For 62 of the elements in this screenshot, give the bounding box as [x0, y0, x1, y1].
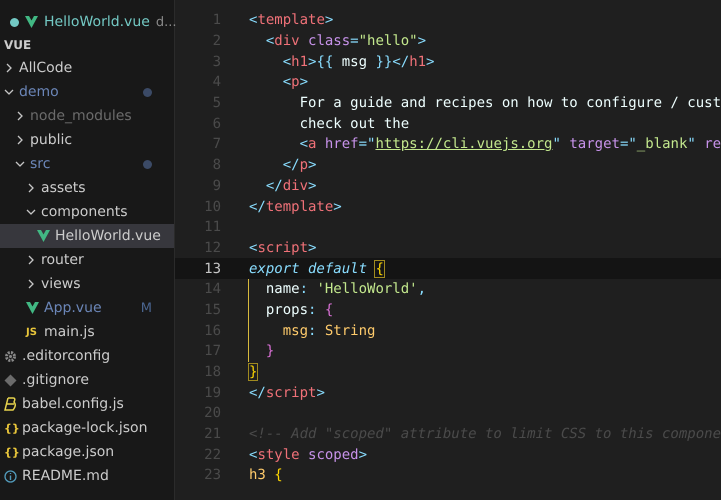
- chevron-right-icon: [4, 63, 14, 73]
- folder-item[interactable]: views: [0, 272, 174, 296]
- chevron-right-icon: [26, 255, 36, 265]
- folder-item[interactable]: components: [0, 200, 174, 224]
- gear-icon: [4, 350, 17, 362]
- code-line: <style scoped>: [248, 446, 368, 465]
- code-line: <template>: [248, 11, 334, 30]
- folder-item[interactable]: src: [0, 152, 174, 176]
- file-item[interactable]: App.vue M: [0, 296, 174, 320]
- file-item[interactable]: babel.config.js: [0, 392, 174, 416]
- code-line: check out the: [298, 114, 410, 134]
- code-line: </p>: [282, 156, 316, 176]
- code-line: <script>: [248, 238, 316, 258]
- file-item[interactable]: HelloWorld.vue: [0, 224, 174, 248]
- chevron-right-icon: [26, 279, 36, 289]
- braces-icon: {}: [4, 422, 17, 434]
- code-line: <h1>{{ msg }}</h1>: [282, 52, 434, 72]
- b-script-icon: [4, 397, 17, 411]
- code-line: name: 'HelloWorld',: [248, 278, 426, 300]
- file-item[interactable]: {} package.json: [0, 440, 174, 464]
- code-line: </div>: [264, 176, 316, 196]
- js-icon: JS: [26, 326, 39, 338]
- folder-item[interactable]: AllCode: [0, 56, 174, 80]
- v-logo-icon: [37, 230, 50, 242]
- code-line: export default {: [248, 260, 384, 279]
- chevron-down-icon: [26, 207, 36, 217]
- chevron-right-icon: [15, 111, 25, 121]
- file-item[interactable]: README.md: [0, 464, 174, 488]
- info-icon: [4, 470, 17, 482]
- git-status-letter: M: [140, 300, 152, 316]
- code-line: </script>: [248, 384, 325, 403]
- code-line: }: [248, 341, 274, 362]
- v-logo-icon: [25, 16, 38, 28]
- code-line: For a guide and recipes on how to configure / cust: [298, 94, 721, 114]
- code-line: <div class="hello">: [264, 32, 426, 52]
- chevron-down-icon: [4, 87, 14, 97]
- chevron-right-icon: [26, 183, 36, 193]
- file-item[interactable]: .gitignore: [0, 368, 174, 392]
- braces-icon: {}: [4, 446, 17, 458]
- file-item[interactable]: {} package-lock.json: [0, 416, 174, 440]
- chevron-down-icon: [15, 159, 25, 169]
- section-title: VUE: [3, 37, 32, 54]
- code-line: </template>: [248, 198, 342, 217]
- open-editor-name: HelloWorld.vue: [44, 14, 150, 30]
- code-line: <p>: [282, 73, 308, 92]
- file-item[interactable]: .editorconfig: [0, 344, 174, 368]
- chevron-right-icon: [15, 135, 25, 145]
- folder-item[interactable]: public: [0, 128, 174, 152]
- folder-item[interactable]: assets: [0, 176, 174, 200]
- code-line: }: [248, 363, 258, 382]
- diamond-icon: [4, 374, 17, 386]
- open-editor-item[interactable]: HelloWorld.vue d...: [0, 11, 174, 33]
- code-line: msg: String: [248, 320, 376, 341]
- code-line: <a href="https://cli.vuejs.org" target="_blank" re: [298, 135, 721, 154]
- file-item[interactable]: JS main.js: [0, 320, 174, 344]
- code-line: h3 {: [248, 466, 283, 486]
- open-editor-path: d...: [156, 14, 176, 30]
- folder-item[interactable]: demo: [0, 80, 174, 104]
- folder-item[interactable]: router: [0, 248, 174, 272]
- code-line: props: {: [248, 300, 334, 320]
- line-number: 13: [203, 260, 221, 277]
- v-logo-icon: [26, 302, 39, 314]
